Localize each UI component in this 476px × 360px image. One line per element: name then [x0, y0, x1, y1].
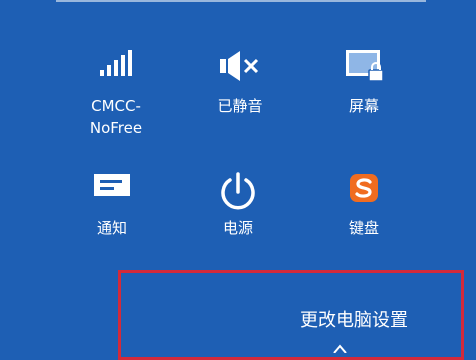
highlight-frame — [118, 270, 464, 360]
top-divider — [56, 0, 426, 2]
screen-brightness-lock-icon — [314, 48, 414, 88]
cursor-arrow-icon — [330, 338, 350, 354]
keyboard-label: 键盘 — [348, 219, 379, 237]
power-icon — [188, 170, 288, 210]
screen-label: 屏幕 — [348, 97, 379, 115]
speaker-muted-icon — [190, 48, 290, 88]
wifi-signal-icon — [66, 48, 166, 88]
change-pc-settings-link[interactable]: 更改电脑设置 — [300, 309, 408, 333]
network-label: CMCC- NoFree — [89, 97, 143, 137]
volume-label: 已静音 — [217, 97, 263, 115]
power-label: 电源 — [222, 219, 253, 237]
notifications-label: 通知 — [96, 219, 127, 237]
sogou-keyboard-icon — [314, 170, 414, 210]
notification-icon — [62, 170, 162, 210]
